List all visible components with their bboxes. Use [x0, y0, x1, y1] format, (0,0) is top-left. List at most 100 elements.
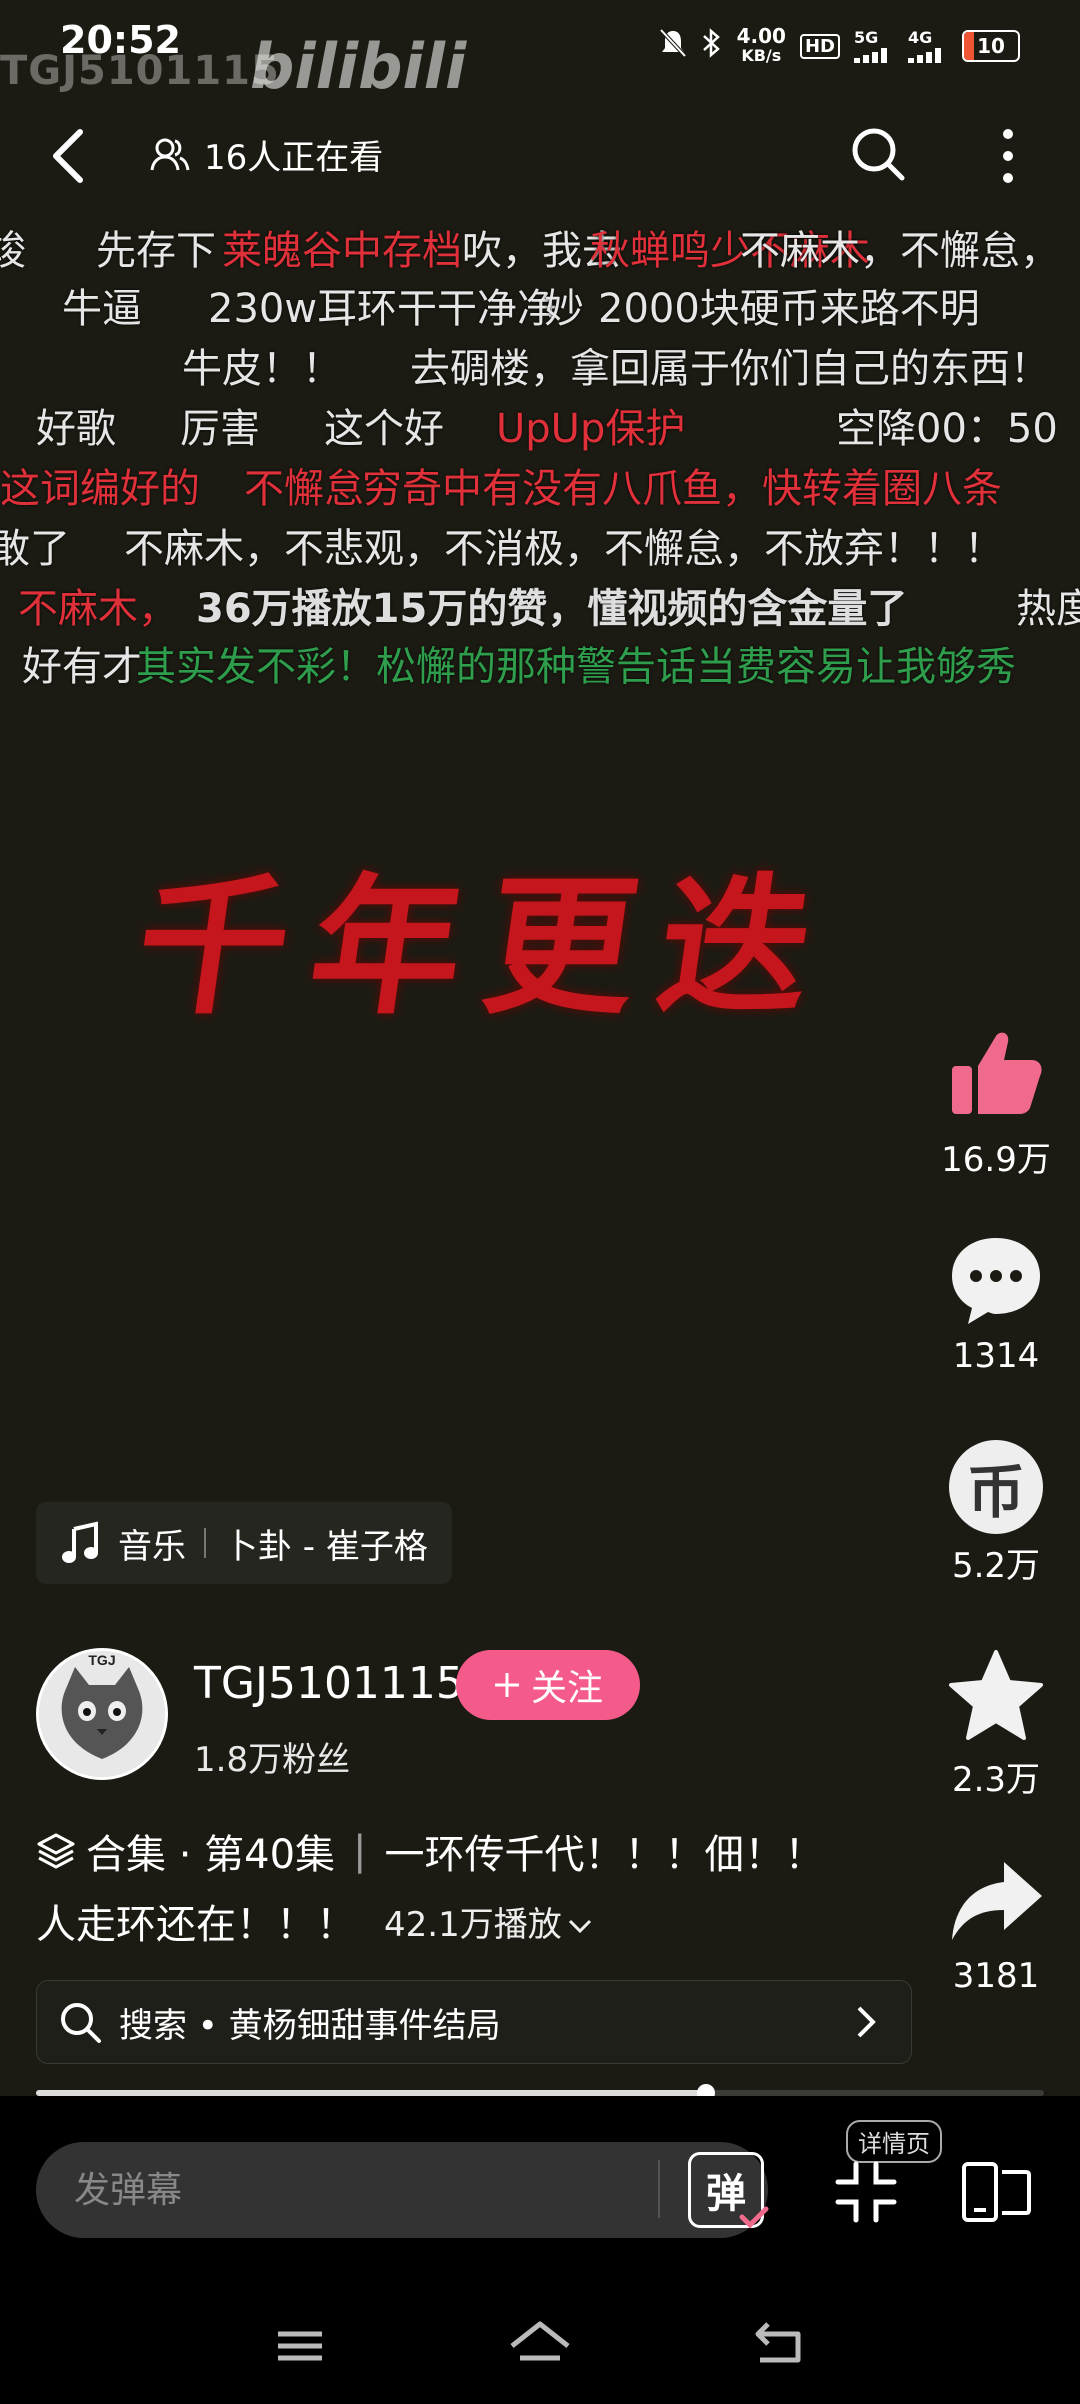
danmaku-item: 其实发不彩！松懈的那种警告话当费容易让我够秀: [136, 644, 1016, 690]
like-count: 16.9万: [941, 1140, 1051, 1180]
bilibili-logo: bilibili: [250, 30, 467, 103]
watermark-user: TGJ5101115: [0, 48, 280, 94]
back-arrow-icon: [755, 2322, 801, 2363]
search-button[interactable]: [848, 124, 908, 184]
share-button[interactable]: 3181: [940, 1856, 1052, 1996]
battery-icon: 10: [962, 30, 1020, 62]
danmaku-item: 2000块硬币来路不明: [598, 286, 980, 332]
danmaku-item: 妙: [544, 286, 584, 332]
danmaku-input-divider: [658, 2160, 660, 2218]
recent-apps-button[interactable]: [260, 2310, 340, 2380]
chevron-down-icon: [568, 1919, 591, 1933]
author-name[interactable]: TGJ5101115: [194, 1658, 464, 1709]
thumbs-up-icon: [952, 1032, 1042, 1114]
share-count: 3181: [952, 1956, 1040, 1996]
back-button[interactable]: [42, 122, 102, 190]
danmaku-item: 热度: [1016, 586, 1080, 632]
follow-label: 关注: [530, 1668, 603, 1709]
signal-4g: 4G: [908, 29, 948, 63]
checkmark-icon: [739, 2206, 769, 2229]
music-tag[interactable]: 音乐 卜卦 - 崔子格: [36, 1502, 452, 1584]
people-icon: [150, 138, 190, 170]
danmaku-layer: 竣 先存下 莱魄谷中存档 吹，我去 秋蝉鸣少不麻木 不麻木，不懈怠， 牛逼 23…: [0, 220, 1080, 720]
plus-icon: [494, 1673, 519, 1697]
danmaku-input[interactable]: [72, 2168, 596, 2212]
danmaku-item: 这词编好的: [0, 466, 200, 512]
mute-icon: [659, 28, 687, 64]
danmaku-item: 竣: [0, 228, 26, 274]
search-icon: [852, 128, 905, 181]
search-suggestion[interactable]: 搜索 • 黄杨钿甜事件结局: [36, 1980, 912, 2064]
net-speed: 4.00 KB/s: [736, 24, 786, 65]
danmaku-item: 厉害: [180, 406, 260, 452]
menu-icon: [278, 2331, 322, 2361]
status-icons: 4.00 KB/s HD 5G 4G 10: [659, 26, 1020, 66]
coin-count: 5.2万: [951, 1546, 1041, 1586]
collection-layers-icon: [37, 1833, 75, 1869]
device-rotate-icon: [962, 2162, 1031, 2222]
home-button[interactable]: [500, 2310, 580, 2380]
search-suggestion-text: 搜索 • 黄杨钿甜事件结局: [119, 2005, 501, 2046]
danmaku-item: 36万播放15万的赞，懂视频的含金量了: [196, 586, 908, 632]
danmaku-item: 空降00：50: [836, 406, 1058, 452]
favorite-button[interactable]: 2.3万: [940, 1648, 1052, 1801]
danmaku-item: 牛逼: [62, 286, 142, 332]
music-divider: [204, 1528, 206, 1558]
danmaku-item: 敢了: [0, 526, 70, 572]
chevron-left-icon: [53, 129, 83, 183]
video-description-line1[interactable]: 合集 · 第40集 | 一环传千代！！！佃！！: [36, 1822, 825, 1880]
bluetooth-icon: [701, 28, 723, 64]
more-button[interactable]: [988, 124, 1028, 188]
system-back-button[interactable]: [740, 2310, 820, 2380]
exit-fullscreen-button[interactable]: [834, 2160, 898, 2224]
comment-button[interactable]: 1314: [940, 1232, 1052, 1376]
danmaku-item: 好有才: [22, 644, 142, 690]
fan-count: 1.8万粉丝: [194, 1740, 351, 1780]
favorite-count: 2.3万: [951, 1760, 1041, 1800]
danmaku-item: 牛皮！！: [182, 346, 342, 392]
video-title-art: 千年更迭: [125, 859, 847, 1035]
music-song: 卜卦 - 崔子格: [224, 1526, 428, 1567]
portrait-mode-button[interactable]: [960, 2160, 1032, 2224]
star-icon: [949, 1650, 1043, 1740]
danmaku-item: 不麻木，: [18, 586, 178, 632]
search-icon: [61, 2003, 101, 2043]
detail-page-tip: 详情页: [846, 2120, 942, 2163]
avatar[interactable]: TGJ: [36, 1648, 168, 1780]
comment-icon: [952, 1238, 1040, 1324]
coin-button[interactable]: 币 5.2万: [940, 1440, 1052, 1587]
home-icon: [510, 2321, 570, 2361]
comment-count: 1314: [952, 1336, 1040, 1376]
title-line1: 一环传千代！！！佃！！: [384, 1832, 825, 1878]
play-count[interactable]: 42.1万播放: [384, 1897, 594, 1946]
danmaku-item: 230w耳环干干净净: [208, 286, 558, 332]
danmaku-toggle-button[interactable]: 弹: [688, 2152, 769, 2229]
share-icon: [952, 1862, 1042, 1940]
coin-icon: 币: [949, 1440, 1043, 1534]
video-description-line2[interactable]: 人走环还在！！！ 42.1万播放: [36, 1892, 594, 1950]
chevron-right-icon: [857, 2006, 876, 2038]
music-note-icon: [62, 1521, 98, 1563]
title-line2: 人走环还在！！！: [36, 1902, 356, 1948]
danmaku-item: 莱魄谷中存档: [222, 228, 462, 274]
danmaku-item: UpUp保护: [496, 406, 686, 452]
danmaku-item: 先存下: [96, 228, 216, 274]
hd-icon: HD: [799, 33, 840, 59]
danmaku-item: 不麻木，不悲观，不消极，不懈怠，不放弃！！！: [124, 526, 1004, 572]
viewer-count-text: 16人正在看: [204, 138, 384, 178]
like-button[interactable]: 16.9万: [940, 1024, 1052, 1181]
danmaku-item: 去碉楼，拿回属于你们自己的东西！: [410, 346, 1050, 392]
cat-avatar-icon: TGJ: [39, 1651, 165, 1777]
danmaku-item: 不懈怠: [244, 466, 364, 512]
danmaku-item: 好歌: [36, 406, 116, 452]
collection-label[interactable]: 合集 · 第40集: [86, 1822, 335, 1880]
viewer-count: 16人正在看: [150, 130, 383, 179]
avatar-text: TGJ: [88, 1652, 115, 1668]
danmaku-item: 穷奇中有没有八爪鱼，快转着圈八条: [362, 466, 1002, 512]
more-vertical-icon: [1003, 129, 1013, 183]
collapse-icon: [835, 2161, 897, 2223]
follow-button[interactable]: 关注: [456, 1650, 640, 1720]
danmaku-item: 这个好: [324, 406, 444, 452]
collection-divider: |: [353, 1828, 367, 1874]
danmaku-input-box[interactable]: 弹: [36, 2142, 769, 2238]
